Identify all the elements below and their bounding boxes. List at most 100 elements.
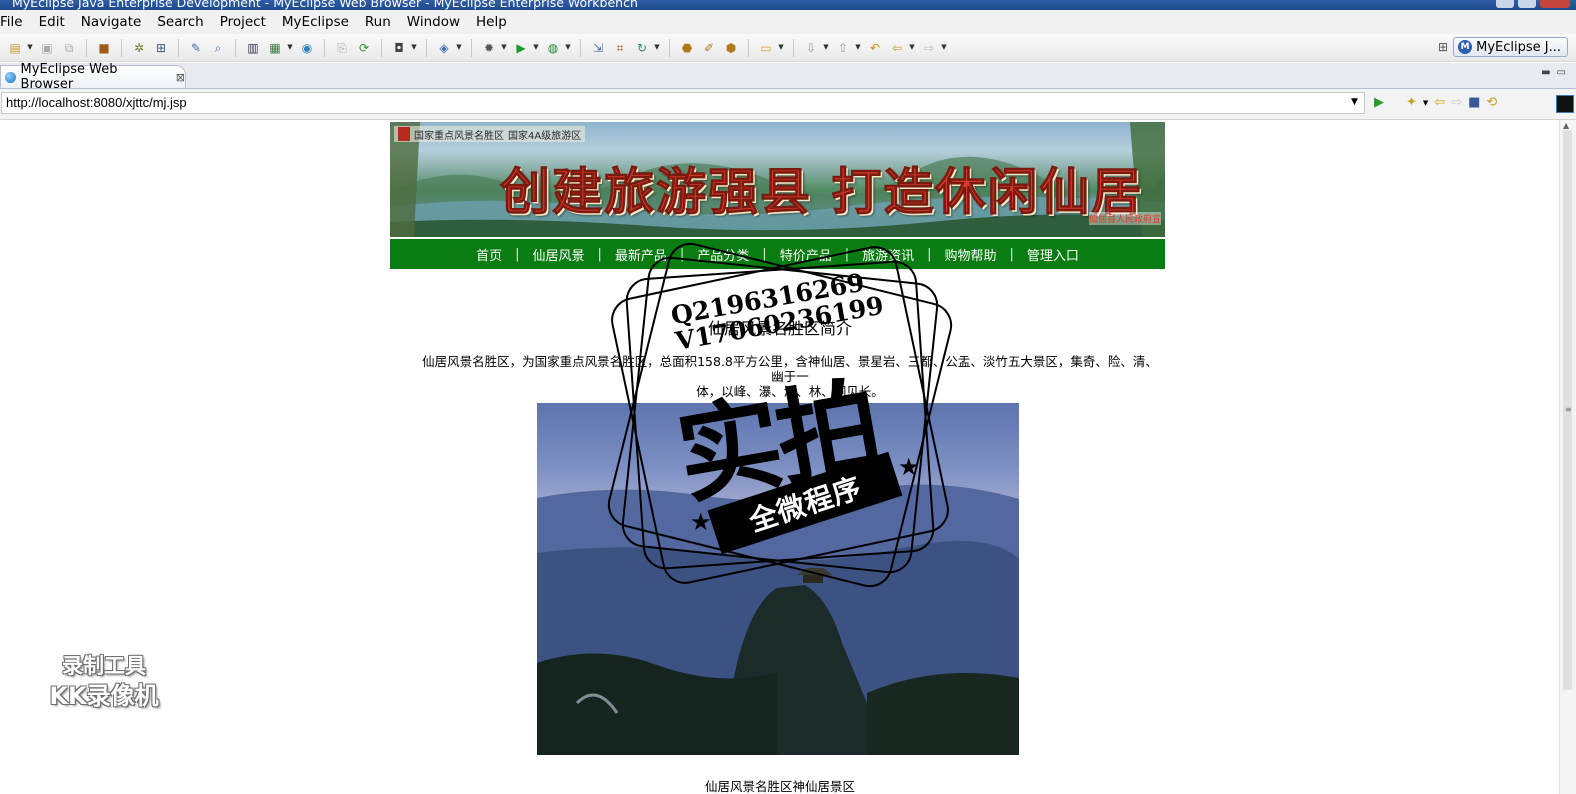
folder-icon[interactable]: ▭ — [758, 39, 775, 56]
type-icon[interactable]: ⇲ — [590, 39, 607, 56]
vertical-scrollbar[interactable]: ▲ ≡ — [1559, 120, 1576, 794]
browser-back-icon[interactable]: ⇦ — [1434, 95, 1445, 110]
nav-admin[interactable]: 管理入口 — [1023, 245, 1083, 264]
minimize-button[interactable] — [1496, 0, 1514, 8]
camera-dropdown[interactable]: ▼ — [410, 39, 418, 56]
nav-separator: | — [927, 246, 932, 262]
url-history-dropdown[interactable]: ▼ — [1351, 97, 1358, 107]
maximize-button[interactable] — [1518, 0, 1536, 8]
favorites-icon[interactable]: ✦ — [1406, 95, 1417, 110]
tab-web-browser[interactable]: MyEclipse Web Browser ⊠ — [0, 62, 186, 92]
nav-home[interactable]: 首页 — [472, 245, 506, 264]
toolbar-separator — [381, 38, 382, 57]
forward-icon[interactable]: ⇨ — [921, 39, 938, 56]
url-input[interactable]: http://localhost:8080/xjttc/mj.jsp — [1, 92, 1365, 114]
build-icon[interactable]: ✲ — [131, 39, 148, 56]
browser-refresh-icon[interactable]: ⟲ — [1486, 95, 1497, 110]
editor-tab-bar: MyEclipse Web Browser ⊠ ▬▭ — [0, 62, 1576, 92]
debug-icon[interactable]: ✹ — [481, 39, 498, 56]
open-perspective-icon[interactable]: ⊞ — [1438, 40, 1448, 54]
hierarchy-icon[interactable]: ⌗ — [612, 39, 629, 56]
next-annotation-icon[interactable]: ⇩ — [803, 39, 820, 56]
nav-shopping-help[interactable]: 购物帮助 — [941, 245, 1001, 264]
toolbar-separator — [748, 38, 749, 57]
refresh-cycle-dropdown[interactable]: ▼ — [653, 39, 661, 56]
toolbar-separator — [426, 38, 427, 57]
menu-run[interactable]: Run — [357, 14, 399, 30]
run-icon[interactable]: ▶ — [513, 39, 530, 56]
scenery-photo — [537, 403, 1019, 755]
globe-icon[interactable]: ◉ — [299, 39, 316, 56]
package-icon[interactable]: ■ — [96, 39, 113, 56]
previous-annotation-dropdown[interactable]: ▼ — [854, 39, 862, 56]
external-tools-dropdown[interactable]: ▼ — [564, 39, 572, 56]
file-icon[interactable]: ⬢ — [723, 39, 740, 56]
toolbar-separator — [324, 38, 325, 57]
menu-search[interactable]: Search — [149, 14, 211, 30]
wrench-icon[interactable]: ✐ — [701, 39, 718, 56]
task-icon[interactable]: ⬣ — [679, 39, 696, 56]
scroll-grip-icon: ≡ — [1565, 405, 1572, 414]
toolbar-separator — [669, 38, 670, 57]
menu-file[interactable]: File — [0, 14, 31, 30]
camera-icon[interactable]: ◘ — [391, 39, 408, 56]
next-annotation-dropdown[interactable]: ▼ — [822, 39, 830, 56]
perspective-switcher[interactable]: M MyEclipse J... — [1453, 37, 1568, 57]
black-preview-icon[interactable] — [1556, 95, 1574, 113]
go-icon[interactable]: ▶ — [1374, 95, 1384, 110]
banner-label-1: 国家重点风景名胜区 — [414, 130, 504, 142]
browser-nav-buttons: ▶ ✦ ▼ ⇦ ⇨ ■ ⟲ — [1374, 95, 1497, 110]
web-dropdown[interactable]: ▼ — [286, 39, 294, 56]
back-dropdown[interactable]: ▼ — [908, 39, 916, 56]
external-tools-icon[interactable]: ◍ — [545, 39, 562, 56]
intro-paragraph: 仙居风景名胜区，为国家重点风景名胜区，总面积158.8平方公里，含神仙居、景星岩… — [420, 354, 1160, 399]
browser-stop-icon[interactable]: ■ — [1468, 95, 1480, 110]
toolbar-separator — [121, 38, 122, 57]
new-class-icon[interactable]: ◈ — [436, 39, 453, 56]
close-tab-icon[interactable]: ⊠ — [176, 71, 185, 84]
site-nav: 首页 | 仙居风景 | 最新产品 | 产品分类 | 特价产品 | 旅游资讯 | 购物帮助 | … — [390, 239, 1165, 269]
menu-edit[interactable]: Edit — [31, 14, 73, 30]
menu-navigate[interactable]: Navigate — [73, 14, 150, 30]
nav-travel-news[interactable]: 旅游资讯 — [858, 245, 918, 264]
web-icon[interactable]: ▦ — [267, 39, 284, 56]
nav-specials[interactable]: 特价产品 — [776, 245, 836, 264]
new-dropdown[interactable]: ▼ — [26, 39, 34, 56]
menu-help[interactable]: Help — [468, 14, 515, 30]
last-edit-icon[interactable]: ↶ — [867, 39, 884, 56]
edit-icon[interactable]: ✎ — [188, 39, 205, 56]
favorites-dropdown[interactable]: ▼ — [1423, 99, 1428, 107]
nav-new-products[interactable]: 最新产品 — [611, 245, 671, 264]
new-icon[interactable]: ▤ — [7, 39, 24, 56]
save-all-icon[interactable]: ⧉ — [61, 39, 78, 56]
toolbar-separator — [471, 38, 472, 57]
menu-project[interactable]: Project — [212, 14, 274, 30]
nav-categories[interactable]: 产品分类 — [693, 245, 753, 264]
open-icon[interactable]: ⎘ — [334, 39, 351, 56]
browser-forward-icon[interactable]: ⇨ — [1451, 95, 1462, 110]
scroll-up-icon[interactable]: ▲ — [1563, 121, 1569, 130]
forward-dropdown[interactable]: ▼ — [940, 39, 948, 56]
close-window-button[interactable] — [1540, 0, 1570, 8]
new-class-dropdown[interactable]: ▼ — [455, 39, 463, 56]
view-controls[interactable]: ▬▭ — [1541, 67, 1572, 78]
save-icon[interactable]: ▣ — [39, 39, 56, 56]
back-icon[interactable]: ⇦ — [889, 39, 906, 56]
folder-dropdown[interactable]: ▼ — [777, 39, 785, 56]
main-toolbar: ▤ ▼ ▣ ⧉ ■ ✲ ⊞ ✎ ⌕ ▥ ▦ ▼ ◉ ⎘ ⟳ ◘ ▼ ◈ ▼ ✹ ▼ ▶ ▼ … — [0, 34, 1576, 62]
menu-window[interactable]: Window — [399, 14, 468, 30]
server-icon[interactable]: ▥ — [245, 39, 262, 56]
menu-myeclipse[interactable]: MyEclipse — [274, 14, 357, 30]
nav-separator: | — [597, 246, 602, 262]
browse-icon[interactable]: ⌕ — [210, 39, 227, 56]
previous-annotation-icon[interactable]: ⇧ — [835, 39, 852, 56]
window-title: MyEclipse Java Enterprise Development - … — [12, 0, 638, 10]
page-title: 仙居风景名胜区简介 — [707, 319, 852, 338]
nav-scenery[interactable]: 仙居风景 — [528, 245, 588, 264]
recorder-line-1: 录制工具 — [62, 654, 146, 678]
refresh-cycle-icon[interactable]: ↻ — [634, 39, 651, 56]
run-dropdown[interactable]: ▼ — [532, 39, 540, 56]
debug-dropdown[interactable]: ▼ — [500, 39, 508, 56]
deploy-icon[interactable]: ⊞ — [153, 39, 170, 56]
refresh-icon[interactable]: ⟳ — [356, 39, 373, 56]
